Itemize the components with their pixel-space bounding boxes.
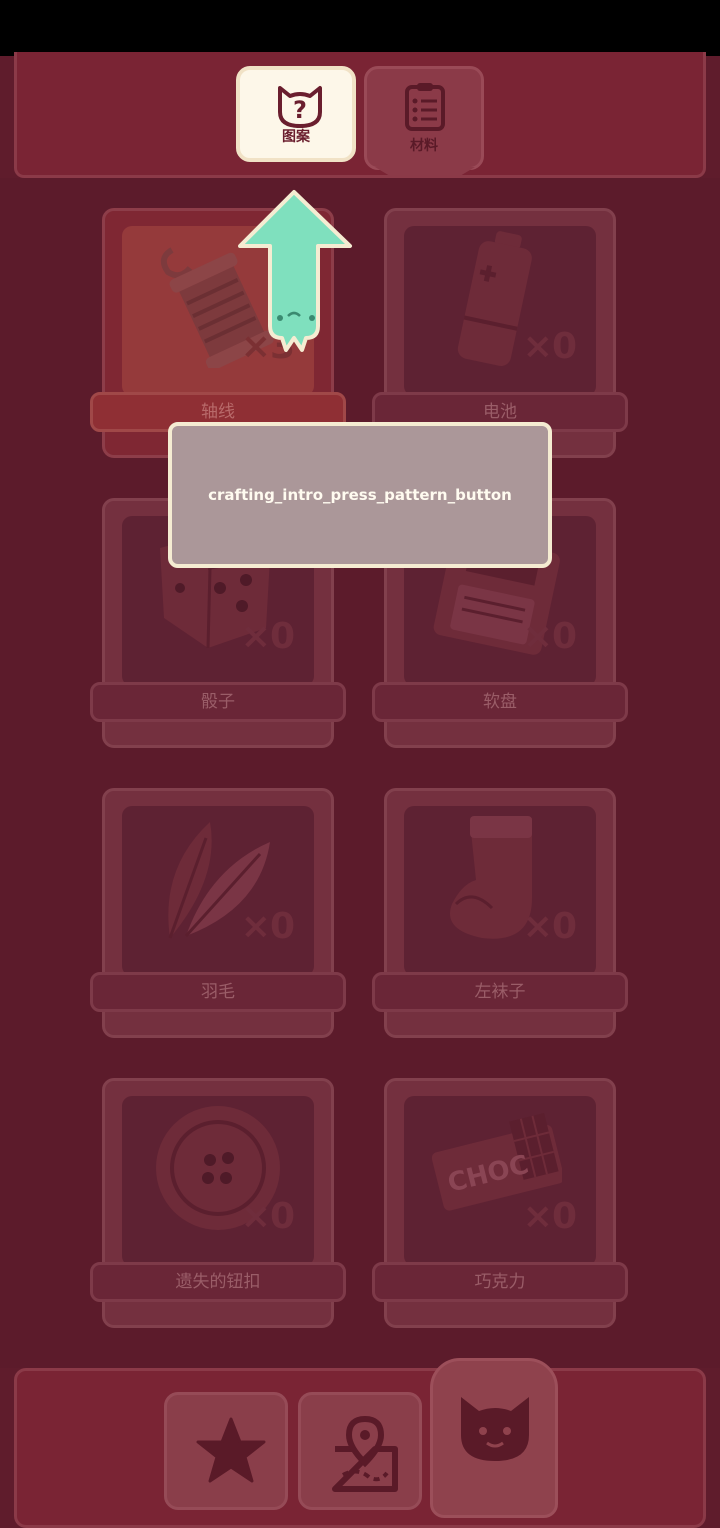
item-card-chocolate[interactable]: CHOC ×0 巧克力: [372, 1078, 628, 1330]
item-card-sock[interactable]: ×0 左袜子: [372, 788, 628, 1040]
item-count: ×0: [240, 616, 295, 657]
item-card-button[interactable]: ×0 遗失的钮扣: [90, 1078, 346, 1330]
tab-material-label: 材料: [410, 138, 438, 154]
top-tab-bar: [14, 52, 706, 178]
tab-pattern-label: 图案: [282, 129, 310, 145]
item-count: ×0: [522, 616, 577, 657]
tutorial-pointer-arrow: [238, 190, 352, 352]
item-label: 巧克力: [372, 1262, 628, 1302]
question-cat-icon: ?: [278, 86, 322, 128]
item-label: 遗失的钮扣: [90, 1262, 346, 1302]
item-count: ×0: [522, 906, 577, 947]
svg-text:?: ?: [293, 96, 307, 124]
map-pin-icon: [332, 1415, 398, 1492]
nav-cat-button[interactable]: [430, 1358, 558, 1518]
item-card-feather[interactable]: ×0 羽毛: [90, 788, 346, 1040]
item-label: 左袜子: [372, 972, 628, 1012]
item-count: ×0: [240, 1196, 295, 1237]
tab-material[interactable]: 材料: [364, 66, 484, 197]
tutorial-message: crafting_intro_press_pattern_button: [208, 486, 512, 504]
item-count: ×0: [522, 326, 577, 367]
item-label: 软盘: [372, 682, 628, 722]
item-count: ×0: [240, 906, 295, 947]
cat-face-icon: [461, 1397, 529, 1461]
nav-star-button[interactable]: [164, 1392, 288, 1510]
nav-map-button[interactable]: [298, 1392, 422, 1510]
tutorial-dialog: crafting_intro_press_pattern_button: [168, 422, 552, 568]
item-count: ×0: [522, 1196, 577, 1237]
tab-pattern[interactable]: ? 图案: [236, 66, 356, 162]
clipboard-icon: [405, 83, 445, 131]
star-icon: [196, 1417, 266, 1483]
item-label: 羽毛: [90, 972, 346, 1012]
status-bar: [0, 0, 720, 56]
item-label: 骰子: [90, 682, 346, 722]
